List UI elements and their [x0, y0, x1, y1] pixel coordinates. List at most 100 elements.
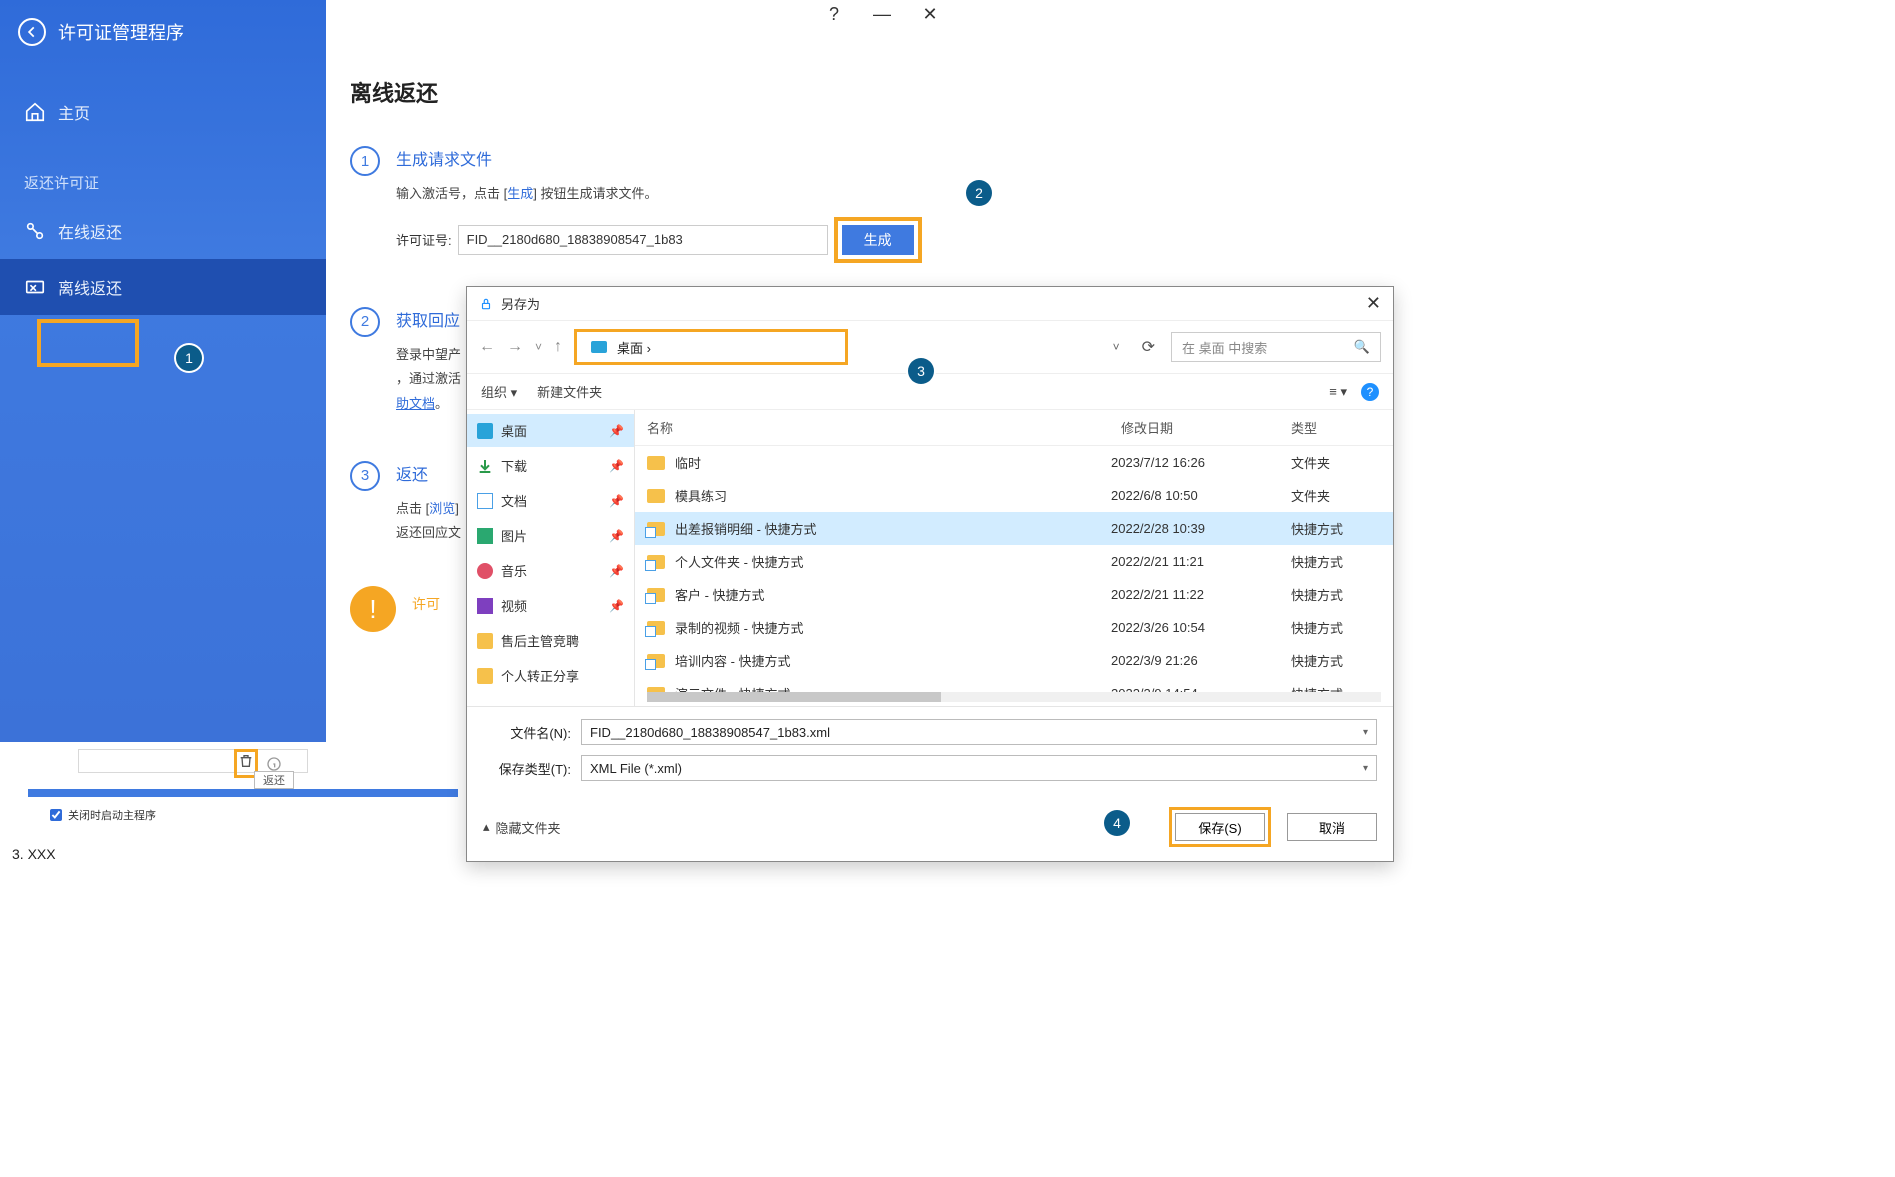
help-button[interactable]: ? — [822, 4, 846, 25]
view-mode-button[interactable]: ≡ ▾ — [1329, 384, 1347, 400]
nav-history-icon[interactable]: ˅ — [535, 340, 542, 354]
chevron-up-icon: ▴ — [483, 819, 490, 835]
hide-folders-toggle[interactable]: ▴ 隐藏文件夹 — [483, 818, 561, 837]
file-row[interactable]: 演示文件 - 快捷方式2022/2/9 14:54快捷方式 — [635, 677, 1393, 692]
new-folder-button[interactable]: 新建文件夹 — [537, 382, 602, 401]
dialog-help-icon[interactable]: ? — [1361, 383, 1379, 401]
nav-up-icon[interactable]: ↑ — [554, 338, 562, 356]
generate-button[interactable]: 生成 — [842, 225, 914, 255]
col-date[interactable]: 修改日期 — [1121, 418, 1291, 437]
cancel-button[interactable]: 取消 — [1287, 813, 1377, 841]
search-placeholder: 在 桌面 中搜索 — [1182, 338, 1267, 357]
step-1-gen-link[interactable]: 生成 — [507, 186, 533, 201]
nav-forward-icon[interactable]: → — [507, 338, 523, 356]
search-input[interactable]: 在 桌面 中搜索 🔍 — [1171, 332, 1381, 362]
filename-input[interactable]: FID__2180d680_18838908547_1b83.xml▾ — [581, 719, 1377, 745]
offline-return-icon — [24, 276, 46, 298]
horizontal-scrollbar[interactable] — [647, 692, 1381, 702]
place-item[interactable]: 下载📌 — [467, 449, 634, 482]
place-label: 图片 — [501, 526, 527, 545]
place-item[interactable]: 个人转正分享 — [467, 659, 634, 692]
step-1-title: 生成请求文件 — [396, 146, 950, 170]
shortcut-icon — [647, 621, 665, 635]
highlight-save: 保存(S) — [1169, 807, 1271, 847]
file-row[interactable]: 录制的视频 - 快捷方式2022/3/26 10:54快捷方式 — [635, 611, 1393, 644]
place-item[interactable]: 售后主管竞聘 — [467, 624, 634, 657]
filetype-input[interactable]: XML File (*.xml)▾ — [581, 755, 1377, 781]
sidebar-item-online-return[interactable]: 在线返还 — [0, 203, 326, 259]
breadcrumb[interactable]: 桌面 › — [574, 329, 848, 365]
file-type: 文件夹 — [1291, 486, 1381, 505]
folder-icon — [477, 668, 493, 684]
shortcut-icon — [647, 654, 665, 668]
warning-icon: ! — [350, 586, 396, 632]
browse-link[interactable]: 浏览 — [429, 501, 455, 516]
warning-text: 许可 — [412, 596, 440, 612]
nav-back-icon[interactable]: ← — [479, 338, 495, 356]
save-as-title: 另存为 — [501, 294, 540, 313]
file-name: 临时 — [675, 453, 1101, 472]
refresh-icon[interactable]: ⟳ — [1132, 337, 1165, 357]
license-label: 许可证号: — [396, 230, 452, 249]
close-button[interactable]: ✕ — [918, 4, 942, 25]
sidebar-online-return-label: 在线返还 — [58, 219, 122, 243]
sidebar-offline-return-label: 离线返还 — [58, 275, 122, 299]
file-date: 2022/6/8 10:50 — [1111, 488, 1281, 503]
sidebar-section-return: 返还许可证 — [0, 140, 326, 203]
file-date: 2022/3/9 21:26 — [1111, 653, 1281, 668]
file-date: 2023/7/12 16:26 — [1111, 455, 1281, 470]
lock-icon — [479, 297, 493, 311]
place-item[interactable]: 图片 📌 — [467, 519, 634, 552]
save-button[interactable]: 保存(S) — [1175, 813, 1265, 841]
sidebar-item-home[interactable]: 主页 — [0, 84, 326, 140]
place-item[interactable]: 视频📌 — [467, 589, 634, 622]
minimize-button[interactable]: — — [870, 4, 894, 25]
file-row[interactable]: 临时2023/7/12 16:26文件夹 — [635, 446, 1393, 479]
file-type: 快捷方式 — [1291, 651, 1381, 670]
license-input[interactable] — [458, 225, 828, 255]
organize-button[interactable]: 组织 ▾ — [481, 382, 517, 401]
page-title: 离线返还 — [350, 76, 950, 108]
place-item[interactable]: 文档📌 — [467, 484, 634, 517]
file-date: 2022/3/26 10:54 — [1111, 620, 1281, 635]
file-row[interactable]: 培训内容 - 快捷方式 2022/3/9 21:26 快捷方式 — [635, 644, 1393, 677]
file-type: 快捷方式 — [1291, 519, 1381, 538]
autostart-checkbox[interactable] — [50, 809, 62, 821]
back-icon[interactable] — [18, 18, 46, 46]
tooltip-return: 返还 — [254, 771, 294, 789]
annotation-badge-4: 4 — [1104, 810, 1130, 836]
file-name: 模具练习 — [675, 486, 1101, 505]
file-row[interactable]: 个人文件夹 - 快捷方式2022/2/21 11:21快捷方式 — [635, 545, 1393, 578]
file-name: 培训内容 - 快捷方式 — [675, 651, 1101, 670]
filename-label: 文件名(N): — [483, 723, 571, 742]
online-return-icon — [24, 220, 46, 242]
highlight-offline-return — [37, 319, 139, 367]
col-type[interactable]: 类型 — [1291, 418, 1381, 437]
pin-icon: 📌 — [609, 529, 624, 543]
place-item[interactable]: 音乐📌 — [467, 554, 634, 587]
pin-icon: 📌 — [609, 494, 624, 508]
file-type: 快捷方式 — [1291, 585, 1381, 604]
home-icon — [24, 101, 46, 123]
step-1-number: 1 — [350, 146, 380, 176]
file-type: 快捷方式 — [1291, 618, 1381, 637]
folder-icon — [647, 489, 665, 503]
place-label: 下载 — [501, 456, 527, 475]
footnote: 3. XXX — [12, 846, 56, 862]
file-row[interactable]: 出差报销明细 - 快捷方式2022/2/28 10:39快捷方式 — [635, 512, 1393, 545]
fragment-blue-bar — [28, 789, 458, 797]
file-date: 2022/2/21 11:21 — [1111, 554, 1281, 569]
info-icon[interactable] — [266, 756, 282, 772]
search-icon: 🔍 — [1354, 339, 1370, 355]
trash-icon[interactable] — [238, 753, 254, 769]
place-item[interactable]: 桌面📌 — [467, 414, 634, 447]
file-name: 个人文件夹 - 快捷方式 — [675, 552, 1101, 571]
file-row[interactable]: 模具练习 2022/6/8 10:50 文件夹 — [635, 479, 1393, 512]
sidebar-item-offline-return[interactable]: 离线返还 — [0, 259, 326, 315]
file-row[interactable]: 客户 - 快捷方式2022/2/21 11:22快捷方式 — [635, 578, 1393, 611]
help-doc-link[interactable]: 助文档 — [396, 396, 435, 411]
sidebar-header: 许可证管理程序 — [0, 0, 326, 60]
dialog-close-button[interactable]: ✕ — [1366, 293, 1381, 314]
breadcrumb-dropdown-icon[interactable]: ˅ — [1107, 340, 1126, 354]
col-name[interactable]: 名称 — [647, 418, 1121, 437]
